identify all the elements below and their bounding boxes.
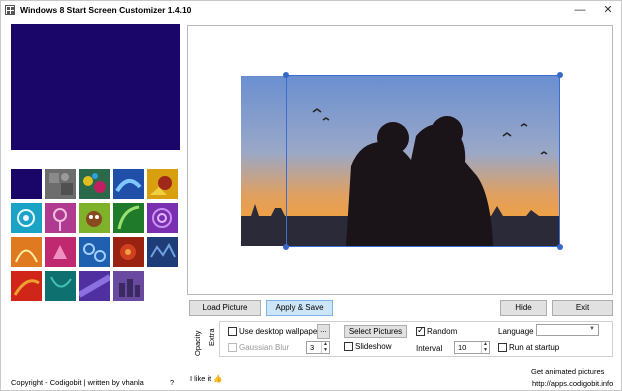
like-label: I like it [190, 374, 212, 383]
browse-wallpaper-button[interactable]: ... [317, 324, 330, 339]
language-label: Language [498, 327, 534, 336]
interval-stepper[interactable]: 10 ▲ ▼ [454, 341, 490, 354]
gaussian-blur-value: 3 [310, 343, 315, 352]
background-tile[interactable] [79, 237, 110, 267]
background-tile[interactable] [147, 169, 178, 199]
website-link[interactable]: http://apps.codigobit.info [532, 379, 613, 388]
close-button[interactable]: ✕ [595, 1, 621, 21]
background-tile[interactable] [113, 237, 144, 267]
crop-handle-bottom-right[interactable] [557, 244, 563, 250]
copyright-text: Copyright - Codigobit | written by vhanl… [11, 378, 144, 387]
color-preview [11, 24, 180, 150]
crop-selection[interactable] [286, 75, 560, 247]
background-tile[interactable] [147, 237, 178, 267]
crop-handle-top-right[interactable] [557, 72, 563, 78]
tab-extra[interactable]: Extra [207, 328, 216, 346]
gaussian-blur-checkbox[interactable] [228, 343, 237, 352]
use-desktop-wallpaper-checkbox[interactable] [228, 327, 237, 336]
image-preview-area [187, 25, 613, 295]
background-tile[interactable] [79, 271, 110, 301]
background-tile[interactable] [147, 203, 178, 233]
stepper-arrows-icon[interactable]: ▲ ▼ [321, 341, 329, 353]
help-link[interactable]: ? [170, 378, 174, 387]
background-tile[interactable] [113, 203, 144, 233]
window-title: Windows 8 Start Screen Customizer 1.4.10 [20, 5, 192, 15]
apply-save-button[interactable]: Apply & Save [266, 300, 333, 316]
interval-label: Interval [416, 344, 443, 353]
hide-button[interactable]: Hide [500, 300, 547, 316]
background-tile[interactable] [79, 203, 110, 233]
gaussian-blur-stepper[interactable]: 3 ▲ ▼ [306, 341, 330, 354]
crop-handle-bottom-left[interactable] [283, 244, 289, 250]
tab-opacity[interactable]: Opacity [193, 331, 202, 356]
load-picture-button[interactable]: Load Picture [189, 300, 261, 316]
crop-handle-top-left[interactable] [283, 72, 289, 78]
exit-button[interactable]: Exit [552, 300, 613, 316]
background-tile[interactable] [11, 169, 42, 199]
background-tile[interactable] [11, 271, 42, 301]
minimize-button[interactable]: — [567, 1, 593, 21]
run-at-startup-label: Run at startup [509, 343, 560, 352]
background-tile[interactable] [11, 203, 42, 233]
app-window: Windows 8 Start Screen Customizer 1.4.10… [0, 0, 622, 391]
like-button[interactable]: I like it 👍 [190, 374, 223, 383]
interval-value: 10 [458, 343, 467, 352]
background-tile[interactable] [45, 237, 76, 267]
slideshow-label: Slideshow [355, 342, 392, 351]
app-icon [5, 5, 15, 15]
background-tile[interactable] [45, 169, 76, 199]
background-tile[interactable] [113, 271, 144, 301]
language-select[interactable]: ▼ [536, 324, 599, 336]
background-tile[interactable] [79, 169, 110, 199]
background-tile[interactable] [45, 271, 76, 301]
use-desktop-wallpaper-label: Use desktop wallpaper [239, 327, 320, 336]
title-bar: Windows 8 Start Screen Customizer 1.4.10… [1, 1, 621, 21]
background-tile[interactable] [113, 169, 144, 199]
stepper-arrows-icon[interactable]: ▲ ▼ [481, 341, 489, 353]
select-pictures-button[interactable]: Select Pictures [344, 325, 407, 338]
gaussian-blur-label: Gaussian Blur [239, 343, 290, 352]
slideshow-checkbox[interactable] [344, 342, 353, 351]
chevron-down-icon: ▼ [589, 326, 595, 332]
background-tile[interactable] [11, 237, 42, 267]
run-at-startup-checkbox[interactable] [498, 343, 507, 352]
animated-pictures-link[interactable]: Get animated pictures [531, 367, 604, 376]
background-tile[interactable] [45, 203, 76, 233]
random-label: Random [427, 327, 458, 336]
random-checkbox[interactable] [416, 325, 425, 336]
thumbs-up-icon: 👍 [213, 374, 223, 383]
